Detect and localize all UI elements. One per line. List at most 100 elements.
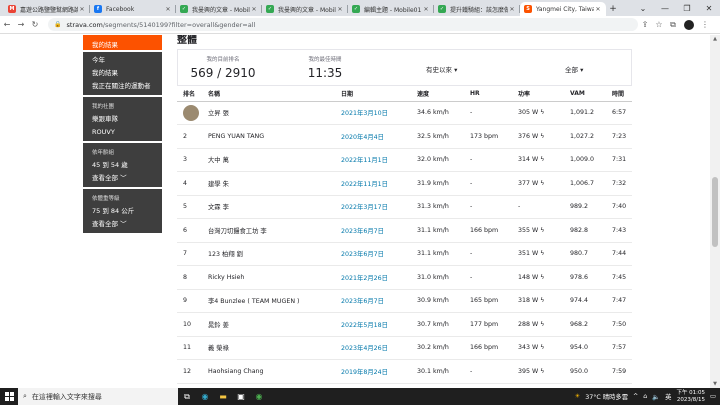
cell-date[interactable]: 2023年6月7日 bbox=[335, 242, 411, 266]
minimize-button[interactable]: — bbox=[654, 0, 676, 16]
weather-icon[interactable]: ☀ bbox=[575, 393, 581, 400]
cell-time: 7:23 bbox=[606, 124, 632, 149]
cell-name[interactable]: 立昇 張 bbox=[202, 101, 335, 125]
browser-tab[interactable]: ✓ 提升鐵騎組：該怎麼做...✕ bbox=[434, 2, 520, 16]
cell-date[interactable]: 2023年6月7日 bbox=[335, 218, 411, 243]
task-view-icon[interactable]: ⧉ bbox=[178, 388, 196, 405]
sidebar-item[interactable]: 查看全部 ﹀ bbox=[83, 172, 162, 185]
back-icon[interactable]: ← bbox=[0, 20, 14, 29]
weather-text[interactable]: 37°C 晴時多雲 bbox=[585, 392, 628, 401]
menu-icon[interactable]: ⋮ bbox=[698, 20, 712, 29]
extensions-icon[interactable]: ⧉ bbox=[666, 20, 680, 30]
cell-date[interactable]: 2022年11月1日 bbox=[335, 171, 411, 196]
cell-name[interactable]: PENG YUAN TANG bbox=[202, 124, 335, 149]
sidebar-item[interactable]: 45 到 54 歲 bbox=[83, 159, 162, 172]
athlete-avatar[interactable] bbox=[183, 104, 199, 121]
new-tab-button[interactable]: + bbox=[606, 2, 620, 16]
page-scrollbar[interactable]: ▲ ▼ bbox=[710, 35, 720, 388]
scroll-down-icon[interactable]: ▼ bbox=[710, 381, 720, 387]
url-input[interactable]: 🔒 strava.com/segments/5140199?filter=ove… bbox=[48, 18, 638, 31]
sidebar-item[interactable]: 75 到 84 公斤 bbox=[83, 205, 162, 218]
taskbar-search-placeholder: 在這裡輸入文字來搜尋 bbox=[31, 392, 102, 401]
windows-start-icon[interactable] bbox=[0, 392, 18, 401]
cell-name[interactable]: 李4 Bunzlee ( TEAM MUGEN ) bbox=[202, 289, 335, 313]
sidebar-item[interactable]: 今年 bbox=[83, 54, 162, 67]
browser-tab[interactable]: M 嘉遊公路鹽鹽幫網路論...✕ bbox=[4, 2, 90, 16]
tab-close-icon[interactable]: ✕ bbox=[164, 6, 172, 13]
cell-power: 288 W ϟ bbox=[512, 312, 564, 337]
sidebar-item[interactable]: 樂跟車隊 bbox=[83, 113, 162, 126]
sidebar-item-my-results[interactable]: 我的結果 bbox=[83, 35, 162, 50]
network-icon[interactable]: ⌂ bbox=[643, 393, 647, 400]
profile-avatar[interactable] bbox=[684, 19, 694, 30]
browser-tab[interactable]: ✓ 我曼興的文章 - Mobile01✕ bbox=[176, 2, 262, 16]
taskbar-search-box[interactable]: ⌕ 在這裡輸入文字來搜尋 bbox=[18, 388, 178, 405]
cell-date[interactable]: 2022年5月18日 bbox=[335, 312, 411, 337]
cell-power: 318 W ϟ bbox=[512, 289, 564, 313]
cell-vam: 1,091.2 bbox=[564, 101, 606, 125]
cell-date[interactable]: 2021年2月26日 bbox=[335, 265, 411, 290]
tab-close-icon[interactable]: ✕ bbox=[78, 6, 86, 13]
cell-name[interactable]: 大中 萬 bbox=[202, 148, 335, 172]
volume-icon[interactable]: 🔈 bbox=[652, 393, 660, 401]
scrollbar-thumb[interactable] bbox=[712, 177, 718, 247]
column-header: HR bbox=[464, 86, 512, 102]
file-explorer-icon[interactable]: ▬ bbox=[214, 388, 232, 405]
cell-name[interactable]: 晁鈴 姜 bbox=[202, 312, 335, 337]
cell-name[interactable]: Haohsiang Chang bbox=[202, 359, 335, 384]
cell-name[interactable]: 台灣刀切饅食工坊 李 bbox=[202, 218, 335, 243]
sidebar-item[interactable]: 我的結果 bbox=[83, 67, 162, 80]
cell-name[interactable]: 義 榮祿 bbox=[202, 336, 335, 360]
browser-tab[interactable]: ✓ 編輯主題 - Mobile01 ✕ bbox=[348, 2, 434, 16]
tab-close-icon[interactable]: ✕ bbox=[508, 6, 516, 13]
cell-date[interactable]: 2019年8月24日 bbox=[335, 359, 411, 384]
tab-close-icon[interactable]: ✕ bbox=[422, 6, 430, 13]
cell-name[interactable]: Ricky Hsieh bbox=[202, 265, 335, 290]
bookmark-star-icon[interactable]: ☆ bbox=[652, 20, 666, 29]
cell-date[interactable]: 2022年3月17日 bbox=[335, 195, 411, 219]
cell-name[interactable]: 建學 朱 bbox=[202, 171, 335, 196]
cell-name[interactable]: 123 柏翔 劉 bbox=[202, 242, 335, 266]
clock[interactable]: 下午 01:05 2023/8/15 bbox=[676, 390, 705, 403]
cell-date[interactable]: 2023年4月26日 bbox=[335, 336, 411, 360]
close-window-button[interactable]: ✕ bbox=[698, 0, 720, 16]
cell-date[interactable]: 2022年11月1日 bbox=[335, 148, 411, 172]
tab-title: 編輯主題 - Mobile01 bbox=[364, 6, 422, 14]
tab-title: 我曼興的文章 - Mobile01 bbox=[192, 6, 250, 14]
store-icon[interactable]: ▣ bbox=[232, 388, 250, 405]
gender-filter-dropdown[interactable]: 全部 ▾ bbox=[565, 64, 583, 74]
lock-icon[interactable]: 🔒 bbox=[54, 21, 61, 28]
browser-tab[interactable]: f Facebook ✕ bbox=[90, 2, 176, 16]
scroll-up-icon[interactable]: ▲ bbox=[710, 36, 720, 42]
cell-speed: 31.0 km/h bbox=[411, 265, 464, 290]
sidebar-item[interactable]: 我正在關注的運動者 bbox=[83, 80, 162, 93]
cell-power: 343 W ϟ bbox=[512, 336, 564, 360]
browser-tab[interactable]: S Yangmei City, Taiwan ...✕ bbox=[520, 2, 606, 16]
time-filter-dropdown[interactable]: 有史以來 ▾ bbox=[426, 64, 457, 74]
cell-time: 7:44 bbox=[606, 242, 632, 266]
ime-indicator[interactable]: 英 bbox=[665, 392, 671, 401]
reload-icon[interactable]: ↻ bbox=[28, 20, 42, 29]
tab-close-icon[interactable]: ✕ bbox=[250, 6, 258, 13]
browser-tab[interactable]: ✓ 我曼興的文章 - Mobile01✕ bbox=[262, 2, 348, 16]
tab-search-icon[interactable]: ⌄ bbox=[632, 0, 654, 16]
sidebar-item[interactable]: ROUVY bbox=[83, 126, 162, 139]
share-icon[interactable]: ⇪ bbox=[638, 20, 652, 29]
cell-name[interactable]: 文霖 李 bbox=[202, 195, 335, 219]
forward-icon[interactable]: → bbox=[14, 20, 28, 29]
edge-browser-icon[interactable]: ◉ bbox=[196, 388, 214, 405]
cell-date[interactable]: 2021年3月10日 bbox=[335, 101, 411, 125]
cell-date[interactable]: 2020年4月4日 bbox=[335, 124, 411, 149]
chrome-icon[interactable]: ◉ bbox=[250, 388, 268, 405]
my-stats-box: 我的目前排名 569 / 2910 我的最佳時間 11:35 有史以來 ▾ 全部… bbox=[177, 49, 632, 86]
maximize-button[interactable]: ❐ bbox=[676, 0, 698, 16]
tray-expand-icon[interactable]: ^ bbox=[633, 393, 638, 400]
cell-date[interactable]: 2023年6月7日 bbox=[335, 289, 411, 313]
sidebar-item[interactable]: 查看全部 ﹀ bbox=[83, 218, 162, 231]
tab-close-icon[interactable]: ✕ bbox=[336, 6, 344, 13]
column-header: 功率 bbox=[512, 86, 564, 102]
tab-close-icon[interactable]: ✕ bbox=[594, 6, 602, 13]
rank-stat: 我的目前排名 569 / 2910 bbox=[178, 55, 268, 80]
notification-icon[interactable]: ▭ bbox=[710, 393, 716, 400]
url-path: /segments/5140199?filter=overall&gender=… bbox=[102, 20, 256, 29]
